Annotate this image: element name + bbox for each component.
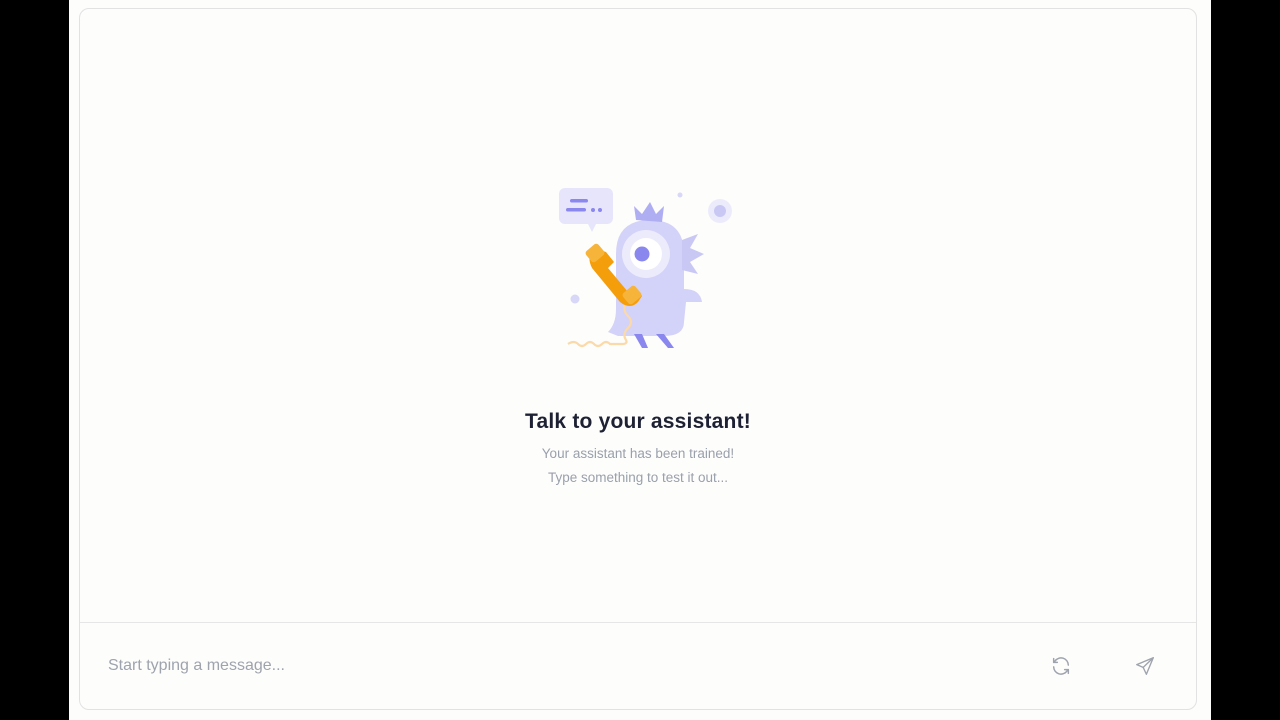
app-window: Talk to your assistant! Your assistant h… [69, 0, 1211, 720]
send-icon [1136, 657, 1154, 675]
assistant-mascot-illustration [559, 188, 732, 348]
refresh-icon [1052, 657, 1070, 675]
subtitle-line-2: Type something to test it out... [547, 470, 729, 485]
empty-state-title: Talk to your assistant! [525, 410, 751, 433]
refresh-button[interactable] [1048, 653, 1074, 679]
empty-state: Talk to your assistant! Your assistant h… [80, 184, 1196, 490]
empty-state-subtitle: Your assistant has been trained! Type so… [80, 442, 1196, 490]
chat-panel: Talk to your assistant! Your assistant h… [79, 8, 1197, 710]
send-button[interactable] [1132, 653, 1158, 679]
message-input[interactable] [106, 649, 990, 683]
message-composer [80, 622, 1196, 709]
subtitle-line-1: Your assistant has been trained! [541, 446, 735, 461]
